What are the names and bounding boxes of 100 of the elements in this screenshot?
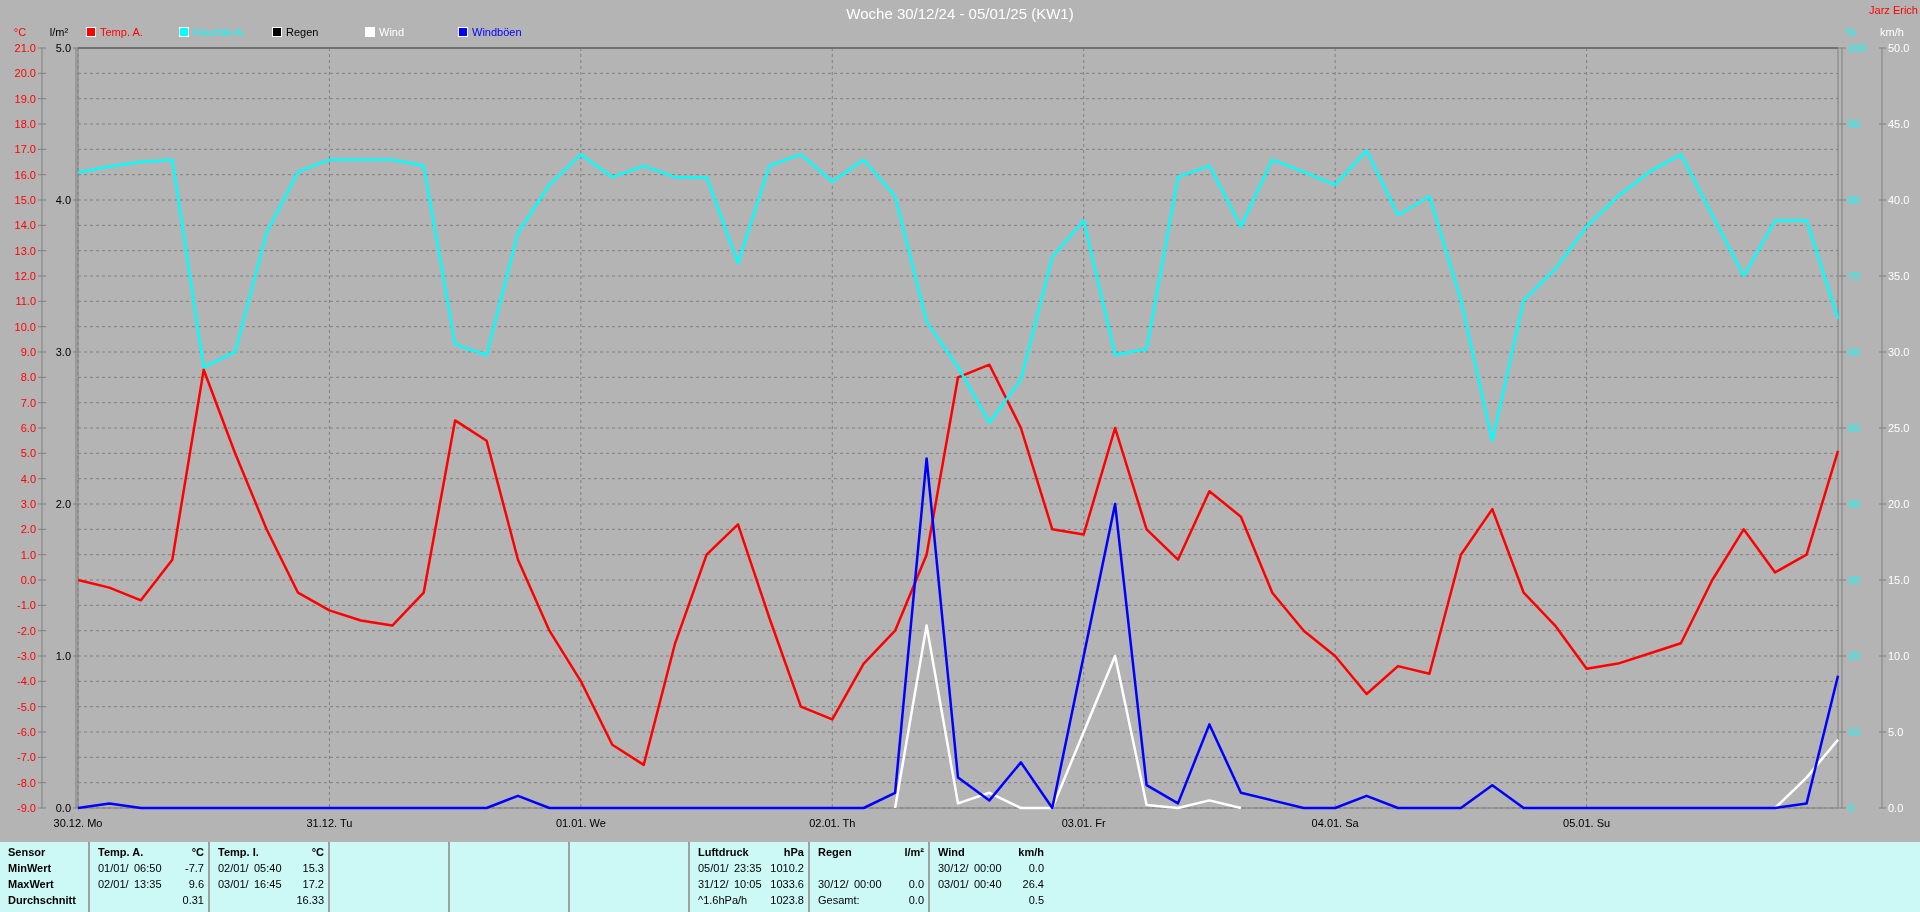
axis-tick-label: 02.01. Th bbox=[809, 817, 856, 829]
axis-tick-label: 7.0 bbox=[20, 396, 36, 409]
stat-value: 17.2 bbox=[302, 878, 324, 890]
axis-tick-label: 3.0 bbox=[55, 346, 71, 358]
stat-value: 0.5 bbox=[1028, 894, 1044, 906]
stat-time: 05:40 bbox=[254, 862, 283, 874]
axis-tick-label: 15.0 bbox=[14, 194, 36, 206]
axis-tick-label: 0.0 bbox=[55, 802, 71, 814]
axis-tick-label: 0.0 bbox=[20, 574, 36, 586]
axis-tick-label: 13.0 bbox=[14, 244, 36, 257]
axis-tick-label: 03.01. Fr bbox=[1061, 817, 1106, 829]
axis-tick-label: 0.0 bbox=[1888, 802, 1904, 814]
stat-note: ^1.6hPa/h bbox=[698, 894, 748, 906]
axis-tick-label: 90 bbox=[1848, 118, 1861, 130]
axis-tick-label: 8.0 bbox=[20, 371, 36, 384]
axis-unit: l/m² bbox=[48, 26, 70, 38]
axis-tick-label: 1.0 bbox=[55, 650, 71, 662]
axis-tick-label: 30.0 bbox=[1888, 346, 1910, 358]
stat-value: 0.0 bbox=[908, 894, 924, 906]
stat-value: 9.6 bbox=[188, 878, 204, 890]
stat-time: 16:45 bbox=[254, 878, 283, 890]
sensor-name: Temp. I. bbox=[218, 846, 259, 858]
axis-tick-label: 17.0 bbox=[14, 143, 36, 156]
axis-tick-label: 10 bbox=[1848, 726, 1861, 738]
row-label: MinWert bbox=[8, 862, 52, 874]
axis-tick-label: 20.0 bbox=[14, 67, 36, 80]
stat-value: 1023.8 bbox=[770, 894, 804, 906]
stat-value: 0.31 bbox=[182, 894, 204, 906]
stat-date: 02/01/ bbox=[218, 862, 250, 874]
axis-tick-label: 04.01. Sa bbox=[1311, 817, 1359, 829]
legend-label: Regen bbox=[286, 26, 319, 38]
axis-unit: km/h bbox=[1879, 26, 1905, 38]
stat-time: 13:35 bbox=[134, 878, 163, 890]
axis-tick-label: 19.0 bbox=[14, 92, 36, 105]
axis-unit: °C bbox=[12, 26, 28, 38]
axis-tick-label: 4.0 bbox=[20, 472, 36, 485]
axis-tick-label: -5.0 bbox=[17, 700, 36, 713]
axis-tick-label: 50.0 bbox=[1888, 42, 1910, 54]
axis-tick-label: 45.0 bbox=[1888, 118, 1910, 130]
legend-label: Wind bbox=[379, 26, 405, 38]
axis-tick-label: 6.0 bbox=[20, 422, 36, 434]
axis-tick-label: 05.01. Su bbox=[1563, 817, 1611, 829]
axis-tick-label: 16.0 bbox=[14, 168, 36, 181]
sensor-name: Temp. A. bbox=[98, 846, 144, 858]
axis-tick-label: 4.0 bbox=[55, 194, 71, 206]
axis-tick-label: 35.0 bbox=[1888, 270, 1910, 282]
stat-time: 06:50 bbox=[134, 862, 163, 874]
stat-time: 00:40 bbox=[974, 878, 1003, 890]
chart-title: Woche 30/12/24 - 05/01/25 (KW1) bbox=[846, 5, 1074, 22]
axis-tick-label: 5.0 bbox=[55, 42, 71, 54]
stat-time: 00:00 bbox=[854, 878, 883, 890]
sensor-unit: °C bbox=[191, 846, 204, 858]
axis-tick-label: -3.0 bbox=[17, 650, 36, 662]
stat-time: 23:35 bbox=[734, 862, 763, 874]
sensor-name: Regen bbox=[818, 846, 852, 858]
sensor-unit: km/h bbox=[1018, 846, 1044, 858]
sensor-name: Luftdruck bbox=[698, 846, 749, 858]
stat-date: 05/01/ bbox=[698, 862, 730, 874]
axis-tick-label: 60 bbox=[1848, 346, 1861, 358]
stat-date: 02/01/ bbox=[98, 878, 130, 890]
axis-tick-label: 2.0 bbox=[20, 523, 36, 536]
row-label: Sensor bbox=[8, 846, 46, 858]
stat-value: 0.0 bbox=[1028, 862, 1044, 874]
axis-unit: % bbox=[1845, 26, 1857, 38]
axis-tick-label: 3.0 bbox=[20, 498, 36, 510]
axis-tick-label: 18.0 bbox=[14, 118, 36, 130]
stat-value: 1010.2 bbox=[770, 862, 804, 874]
stat-value: 1033.6 bbox=[770, 878, 804, 890]
axis-tick-label: -9.0 bbox=[17, 802, 36, 814]
sensor-unit: °C bbox=[311, 846, 324, 858]
legend-label: Temp. A. bbox=[100, 26, 143, 38]
axis-tick-label: 20.0 bbox=[1888, 498, 1910, 510]
axis-tick-label: 40 bbox=[1848, 498, 1861, 510]
axis-tick-label: -2.0 bbox=[17, 624, 36, 637]
axis-tick-label: 80 bbox=[1848, 194, 1861, 206]
axis-tick-label: 11.0 bbox=[15, 295, 36, 308]
axis-tick-label: 30 bbox=[1848, 574, 1861, 586]
stat-date: 30/12/ bbox=[818, 878, 850, 890]
stat-time: 10:05 bbox=[734, 878, 763, 890]
axis-tick-label: 14.0 bbox=[14, 219, 36, 232]
axis-tick-label: 100 bbox=[1848, 42, 1867, 54]
axis-tick-label: 25.0 bbox=[1888, 422, 1910, 434]
axis-tick-label: 31.12. Tu bbox=[306, 817, 353, 829]
axis-tick-label: 50 bbox=[1848, 422, 1861, 434]
stat-value: 16.33 bbox=[296, 894, 324, 906]
axis-tick-label: 21.0 bbox=[14, 42, 36, 54]
axis-tick-label: 5.0 bbox=[1888, 726, 1904, 738]
axis-tick-label: 0 bbox=[1848, 802, 1855, 814]
sensor-unit: hPa bbox=[783, 846, 804, 858]
stat-date: 30/12/ bbox=[938, 862, 970, 874]
legend-label: Feuchte A. bbox=[193, 26, 246, 38]
axis-tick-label: 12.0 bbox=[14, 270, 36, 282]
author-name: Jarz Erich bbox=[1869, 4, 1918, 16]
axis-tick-label: 30.12. Mo bbox=[53, 817, 103, 829]
axis-tick-label: 2.0 bbox=[55, 498, 71, 510]
stat-value: 0.0 bbox=[908, 878, 924, 890]
stat-time: 00:00 bbox=[974, 862, 1003, 874]
row-label: MaxWert bbox=[8, 878, 54, 890]
stat-date: 03/01/ bbox=[218, 878, 250, 890]
axis-tick-label: -4.0 bbox=[17, 675, 36, 688]
